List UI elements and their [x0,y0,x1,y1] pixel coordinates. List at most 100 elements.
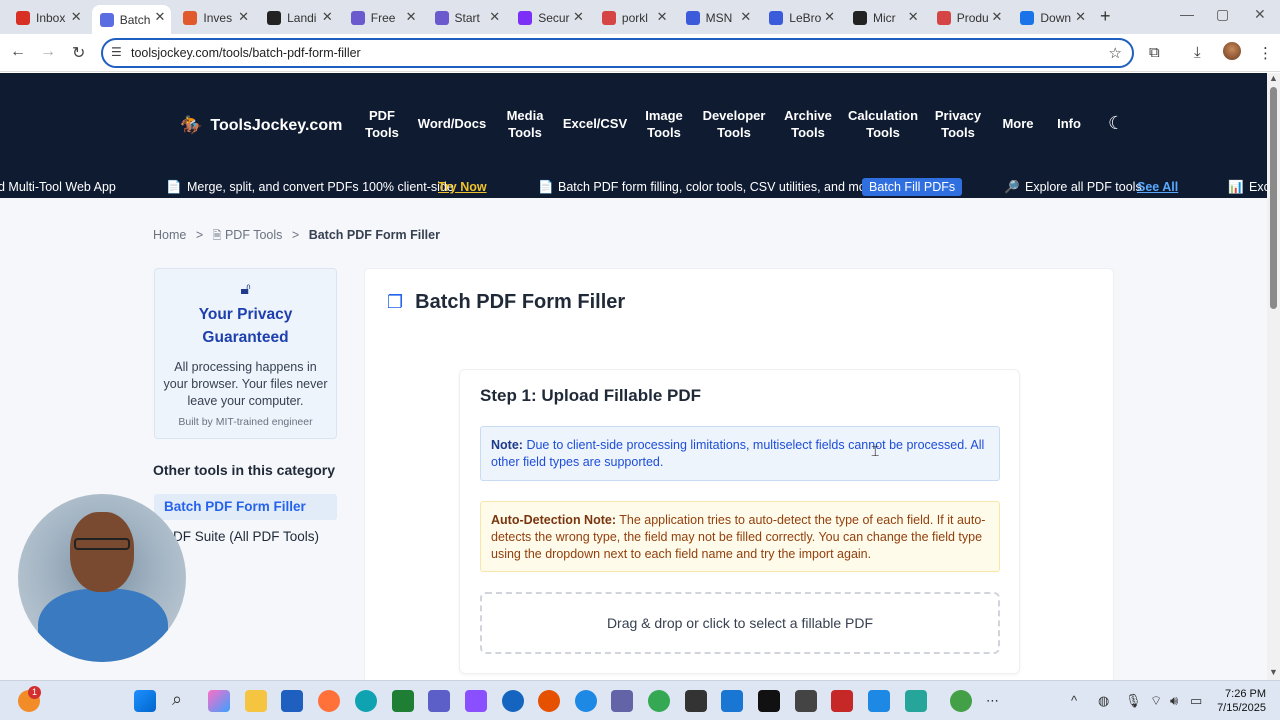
tab-close-icon[interactable]: ✕ [1075,9,1086,25]
more-apps-icon[interactable]: ⋯ [986,693,999,709]
chrome-alt-icon[interactable] [950,690,972,712]
browser-tab[interactable]: Free ✕ [343,5,423,31]
forward-icon[interactable]: → [40,43,56,61]
tab-close-icon[interactable]: ✕ [657,9,668,25]
announcement-ticker: d Multi-Tool Web App 📄 Merge, split, and… [0,175,1270,198]
browser-tab[interactable]: Start ✕ [427,5,507,31]
page-scrollbar[interactable]: ▲ ▼ [1267,73,1280,680]
tab-close-icon[interactable]: ✕ [406,9,417,25]
browser-tab[interactable]: Down ✕ [1012,5,1092,31]
tab-close-icon[interactable]: ✕ [908,9,919,25]
see-all-link[interactable]: See All [1137,180,1178,194]
address-bar[interactable]: ☰ toolsjockey.com/tools/batch-pdf-form-f… [101,38,1134,68]
tab-favicon-icon [267,11,282,25]
terminal-icon[interactable] [685,690,707,712]
minimize-icon[interactable]: — [1180,6,1194,22]
system-clock[interactable]: 7:26 PM 7/15/2025 [1212,687,1266,715]
bookmark-star-icon[interactable]: ☆ [1109,44,1122,62]
app-icon-blue[interactable] [502,690,524,712]
browser-tab[interactable]: MSN ✕ [678,5,758,31]
download-icon[interactable]: ⤓ [1194,44,1201,61]
notepad-icon[interactable] [868,690,890,712]
browser-tab[interactable]: Inves ✕ [175,5,255,31]
microphone-icon[interactable]: 🎙︎ [1125,693,1142,709]
tab-close-icon[interactable]: ✕ [824,9,835,25]
browser-tab[interactable]: LeBro ✕ [761,5,841,31]
browser-tab[interactable]: Produ ✕ [929,5,1009,31]
volume-icon[interactable]: 🔊︎ [1170,693,1178,709]
nav-item[interactable]: Info [1024,115,1114,132]
site-info-icon[interactable]: ☰ [111,45,122,59]
network-tray-icon[interactable]: ◍ [1098,693,1109,709]
calculator-icon[interactable] [795,690,817,712]
battery-icon[interactable]: ▭ [1190,693,1202,709]
teams-classic-icon[interactable] [611,690,633,712]
tab-label: porkl [621,11,648,25]
scrollbar-thumb[interactable] [1270,87,1277,309]
browser-tab[interactable]: Landi ✕ [259,5,339,31]
file-explorer-icon[interactable] [245,690,267,712]
app-icon-teal[interactable] [905,690,927,712]
mcafee-icon[interactable] [831,690,853,712]
tab-close-icon[interactable]: ✕ [238,9,249,25]
lock-icon: 🔓︎ [240,281,251,298]
tab-close-icon[interactable]: ✕ [489,9,500,25]
tab-close-icon[interactable]: ✕ [322,9,333,25]
app-icon-dark[interactable] [758,690,780,712]
chrome-profile-icon[interactable] [648,690,670,712]
copilot-icon[interactable] [208,690,230,712]
scroll-up-icon[interactable]: ▲ [1269,73,1278,83]
back-icon[interactable]: ← [10,43,26,61]
tab-close-icon[interactable]: ✕ [991,9,1002,25]
store-icon[interactable] [281,690,303,712]
windows-start-icon[interactable] [134,690,156,712]
tab-favicon-icon [518,11,533,25]
step-title: Step 1: Upload Fillable PDF [480,386,702,405]
edge-icon[interactable] [355,690,377,712]
teams-icon[interactable] [428,690,450,712]
scroll-down-icon[interactable]: ▼ [1269,667,1278,677]
search-icon[interactable]: ⌕ [172,689,182,710]
menu-kebab-icon[interactable]: ⋮ [1258,44,1273,62]
chrome-icon[interactable] [575,690,597,712]
xbox-icon[interactable] [392,690,414,712]
ticker-text-0: d Multi-Tool Web App [0,180,116,194]
cast-icon[interactable]: ⧉ [1149,44,1160,61]
tab-close-icon[interactable]: ✕ [71,9,82,25]
note-text: Due to client-side processing limitation… [491,438,985,469]
app-icon-purple[interactable] [465,690,487,712]
try-now-link[interactable]: Try Now [438,180,487,194]
close-window-icon[interactable]: ✕ [1254,6,1266,23]
breadcrumb-home[interactable]: Home [153,228,186,242]
breadcrumb-pdf-tools[interactable]: PDF Tools [225,228,282,242]
main-card: ❐ Batch PDF Form Filler Step 1: Upload F… [364,268,1114,680]
site-header: 🏇 ToolsJockey.com PDF Tools Word/Docs Media… [0,73,1267,175]
clock-date: 7/15/2025 [1217,702,1266,714]
batch-fill-pdfs-button[interactable]: Batch Fill PDFs [862,178,963,196]
browser-tab[interactable]: Inbox ✕ [8,5,88,31]
other-tool-batch-pdf-form-filler[interactable]: Batch PDF Form Filler [154,494,337,520]
reload-icon[interactable]: ↻ [72,43,85,63]
tab-close-icon[interactable]: ✕ [154,9,165,25]
browser-tab[interactable]: Micr ✕ [845,5,925,31]
browser-tab[interactable]: Batch ✕ [91,5,172,34]
pdf-dropzone[interactable]: Drag & drop or click to select a fillabl… [480,592,1000,654]
browser-tab[interactable]: porkl ✕ [594,5,674,31]
browser-tab[interactable]: Secur ✕ [510,5,590,31]
maximize-icon[interactable]: ▢ [1216,6,1229,23]
dark-mode-moon-icon[interactable]: ☾ [1108,113,1124,134]
tab-close-icon[interactable]: ✕ [573,9,584,25]
other-tool-pdf-suite[interactable]: PDF Suite (All PDF Tools) [154,524,337,550]
tab-close-icon[interactable]: ✕ [740,9,751,25]
chrome-canary-icon[interactable] [538,690,560,712]
site-logo[interactable]: 🏇 ToolsJockey.com [180,115,342,136]
tray-chevron-up-icon[interactable]: ^ [1071,693,1077,708]
notification-badge: 1 [28,686,41,699]
page-content: Home > 🗎 PDF Tools > Batch PDF Form Fill… [0,198,1267,680]
new-tab-button[interactable]: + [1100,6,1111,27]
vscode-icon[interactable] [721,690,743,712]
tab-favicon-icon [853,11,867,25]
firefox-icon[interactable] [318,690,340,712]
wifi-icon[interactable]: ⌔ [1150,693,1162,709]
profile-avatar[interactable] [1223,42,1241,60]
